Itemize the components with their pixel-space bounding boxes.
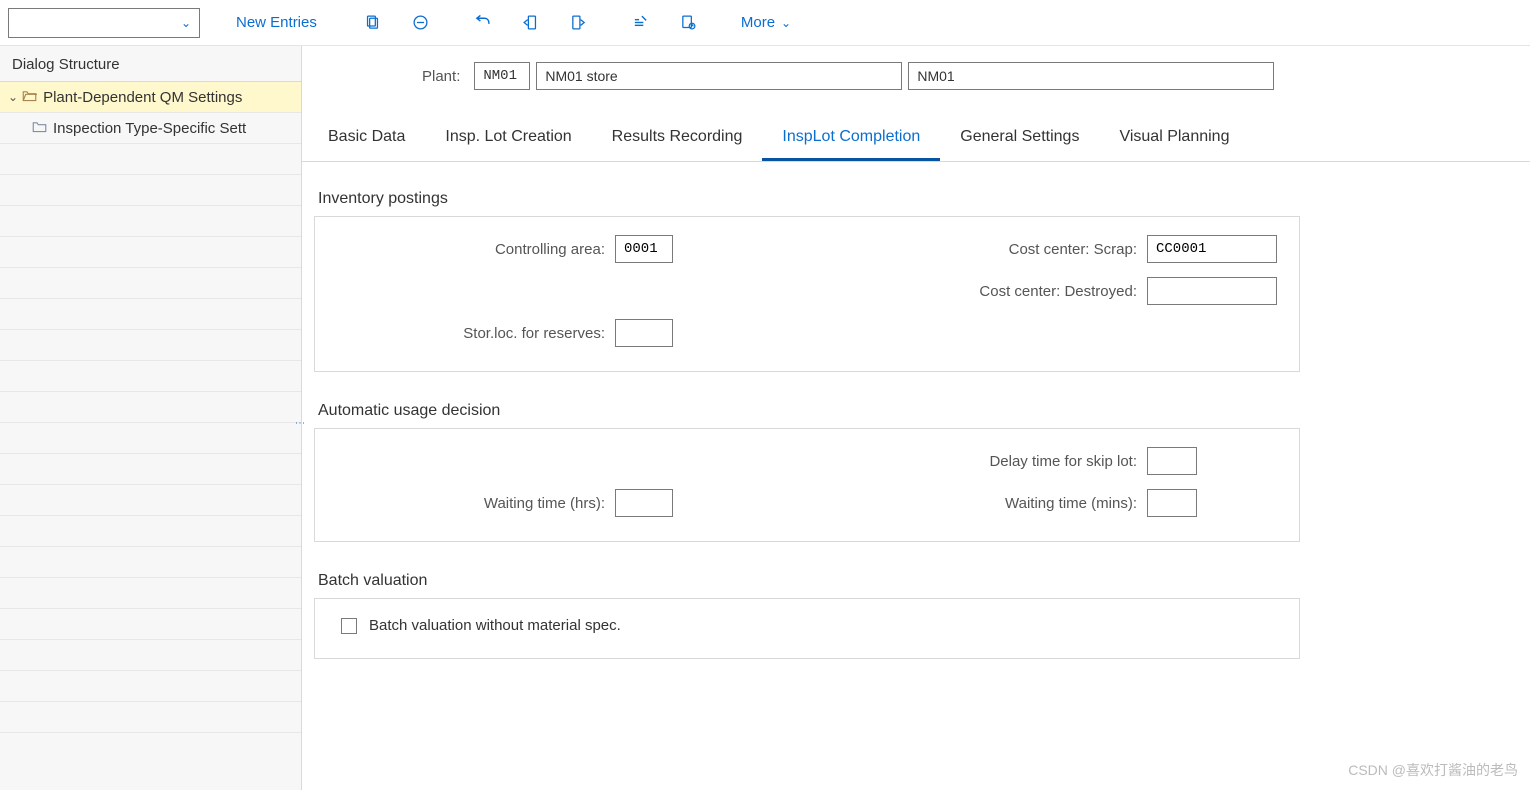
tab-results-recording[interactable]: Results Recording: [592, 118, 763, 161]
tree-row-empty: [0, 454, 301, 485]
tree-row-empty: [0, 392, 301, 423]
tree-row-empty: [0, 299, 301, 330]
section-title-inventory: Inventory postings: [318, 190, 1530, 208]
more-button[interactable]: More ⌄: [729, 14, 803, 31]
tree-row-empty: [0, 206, 301, 237]
tree-row-empty: [0, 423, 301, 454]
cost-center-destroyed-label: Cost center: Destroyed:: [827, 283, 1147, 300]
undo-icon[interactable]: [461, 8, 505, 38]
tree-row-empty: [0, 702, 301, 733]
storloc-field[interactable]: [615, 319, 673, 347]
tab-visual-planning[interactable]: Visual Planning: [1099, 118, 1249, 161]
tree-row-empty: [0, 237, 301, 268]
storloc-label: Stor.loc. for reserves:: [335, 325, 615, 342]
waiting-time-hrs-label: Waiting time (hrs):: [335, 495, 615, 512]
tab-basic-data[interactable]: Basic Data: [308, 118, 425, 161]
controlling-area-field[interactable]: [615, 235, 673, 263]
tree-row-empty: [0, 547, 301, 578]
batch-valuation-label: Batch valuation without material spec.: [369, 617, 621, 634]
plant-header: Plant: NM01 NM01 store NM01: [302, 62, 1530, 90]
folder-open-icon: [22, 89, 37, 105]
cost-center-scrap-label: Cost center: Scrap:: [827, 241, 1147, 258]
tree-item-label: Plant-Dependent QM Settings: [43, 89, 242, 106]
tree-row-empty: [0, 485, 301, 516]
app-body: Dialog Structure ⌄ Plant-Dependent QM Se…: [0, 46, 1530, 790]
tree-row-empty: [0, 516, 301, 547]
toolbar: ⌄ New Entries More ⌄: [0, 0, 1530, 46]
tab-general-settings[interactable]: General Settings: [940, 118, 1099, 161]
plant-name-field[interactable]: NM01 store: [536, 62, 902, 90]
batch-valuation-checkbox[interactable]: [341, 618, 357, 634]
section-title-auto-ud: Automatic usage decision: [318, 402, 1530, 420]
previous-entry-icon[interactable]: [509, 8, 553, 38]
config-icon[interactable]: [667, 8, 711, 38]
tree-item-plant-qm-settings[interactable]: ⌄ Plant-Dependent QM Settings: [0, 82, 301, 113]
tree-row-empty: [0, 330, 301, 361]
group-batch-valuation: Batch valuation without material spec.: [314, 598, 1300, 659]
tree-row-empty: [0, 578, 301, 609]
tree-item-inspection-type-settings[interactable]: Inspection Type-Specific Sett: [0, 113, 301, 144]
tree-row-empty: [0, 671, 301, 702]
delay-time-label: Delay time for skip lot:: [827, 453, 1147, 470]
waiting-time-mins-field[interactable]: [1147, 489, 1197, 517]
tree-row-empty: [0, 268, 301, 299]
folder-icon: [32, 120, 47, 136]
chevron-down-icon: ⌄: [781, 16, 791, 30]
controlling-area-label: Controlling area:: [335, 241, 615, 258]
tree-row-empty: [0, 361, 301, 392]
splitter-handle[interactable]: ⋮: [294, 418, 305, 430]
chevron-down-icon: ⌄: [181, 16, 191, 30]
plant-label: Plant:: [422, 68, 460, 85]
more-label: More: [741, 14, 775, 31]
delay-time-field[interactable]: [1147, 447, 1197, 475]
next-entry-icon[interactable]: [557, 8, 601, 38]
tab-insplot-completion[interactable]: InspLot Completion: [762, 118, 940, 161]
copy-as-icon[interactable]: [351, 8, 395, 38]
tree-row-empty: [0, 175, 301, 206]
tabstrip: Basic Data Insp. Lot Creation Results Re…: [302, 118, 1530, 162]
section-title-batch-valuation: Batch valuation: [318, 572, 1530, 590]
sidebar: Dialog Structure ⌄ Plant-Dependent QM Se…: [0, 46, 302, 790]
tree-item-label: Inspection Type-Specific Sett: [53, 120, 246, 137]
dialog-structure-tree: ⌄ Plant-Dependent QM Settings Inspection…: [0, 82, 301, 790]
tree-row-empty: [0, 640, 301, 671]
waiting-time-mins-label: Waiting time (mins):: [827, 495, 1147, 512]
title-dropdown[interactable]: ⌄: [8, 8, 200, 38]
sidebar-title: Dialog Structure: [0, 46, 301, 82]
tree-row-empty: [0, 144, 301, 175]
tab-insp-lot-creation[interactable]: Insp. Lot Creation: [425, 118, 591, 161]
group-auto-usage-decision: Delay time for skip lot: Waiting time (h…: [314, 428, 1300, 542]
chevron-down-icon: ⌄: [8, 90, 18, 104]
select-all-icon[interactable]: [619, 8, 663, 38]
group-inventory-postings: Controlling area: Cost center: Scrap: Co…: [314, 216, 1300, 372]
waiting-time-hrs-field[interactable]: [615, 489, 673, 517]
cost-center-destroyed-field[interactable]: [1147, 277, 1277, 305]
plant-extra-field[interactable]: NM01: [908, 62, 1274, 90]
delete-icon[interactable]: [399, 8, 443, 38]
new-entries-button[interactable]: New Entries: [220, 14, 333, 31]
tree-row-empty: [0, 609, 301, 640]
plant-code-field[interactable]: NM01: [474, 62, 530, 90]
cost-center-scrap-field[interactable]: [1147, 235, 1277, 263]
main-content: Plant: NM01 NM01 store NM01 Basic Data I…: [302, 46, 1530, 790]
